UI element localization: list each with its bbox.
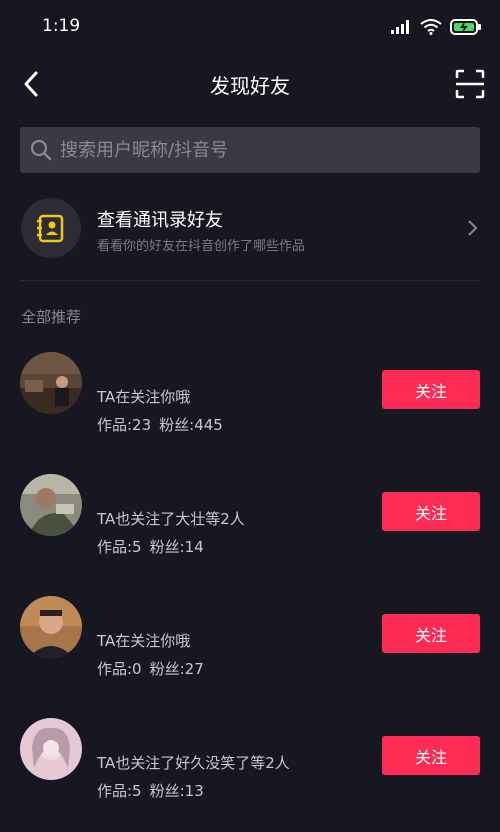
works-count: 作品:5 <box>97 538 142 556</box>
fans-count: 粉丝:27 <box>149 660 204 678</box>
follow-button[interactable]: 关注 <box>382 370 480 409</box>
fans-count: 粉丝:14 <box>149 538 204 556</box>
avatar[interactable] <box>20 474 82 536</box>
list-item[interactable]: TA在关注你哦 作品:0 粉丝:27 关注 <box>0 596 500 696</box>
avatar[interactable] <box>20 352 82 414</box>
relation-text: TA在关注你哦 <box>97 388 191 406</box>
divider <box>20 280 480 281</box>
contacts-title: 查看通讯录好友 <box>97 210 223 231</box>
follow-button[interactable]: 关注 <box>382 492 480 531</box>
header: 发现好友 <box>0 58 500 110</box>
page-title: 发现好友 <box>210 74 290 98</box>
search-input[interactable] <box>60 127 460 173</box>
user-stats: 作品:0 粉丝:27 <box>97 658 212 679</box>
contacts-book-icon <box>37 214 64 243</box>
fans-count: 粉丝:445 <box>159 416 223 434</box>
chevron-right-icon <box>468 220 478 236</box>
contacts-icon-container <box>21 198 81 258</box>
section-label: 全部推荐 <box>21 308 82 326</box>
works-count: 作品:23 <box>97 416 152 434</box>
scan-icon[interactable] <box>454 68 486 100</box>
search-icon <box>30 139 52 161</box>
contacts-subtitle: 看看你的好友在抖音创作了哪些作品 <box>97 239 306 254</box>
works-count: 作品:5 <box>97 782 142 800</box>
avatar[interactable] <box>20 718 82 780</box>
avatar[interactable] <box>20 596 82 658</box>
fans-count: 粉丝:13 <box>149 782 204 800</box>
list-item[interactable]: TA也关注了大壮等2人 作品:5 粉丝:14 关注 <box>0 474 500 574</box>
follow-button[interactable]: 关注 <box>382 614 480 653</box>
relation-text: TA在关注你哦 <box>97 632 191 650</box>
list-item[interactable]: TA也关注了好久没笑了等2人 作品:5 粉丝:13 关注 <box>0 718 500 818</box>
user-stats: 作品:5 粉丝:14 <box>97 536 212 557</box>
works-count: 作品:0 <box>97 660 142 678</box>
search-box[interactable] <box>20 127 480 173</box>
status-bar: 1:19 <box>0 0 500 54</box>
list-item[interactable]: TA在关注你哦 作品:23 粉丝:445 关注 <box>0 352 500 452</box>
battery-charging-icon <box>450 19 481 35</box>
status-time: 1:19 <box>42 16 81 36</box>
user-stats: 作品:5 粉丝:13 <box>97 780 212 801</box>
relation-text: TA也关注了大壮等2人 <box>97 510 245 528</box>
discover-friends-screen: 1:19 发现好友 搜索用户昵称/抖音号 查看通讯录好友 看看你的好友在抖音创作… <box>0 0 500 832</box>
contacts-friends-row[interactable]: 查看通讯录好友 看看你的好友在抖音创作了哪些作品 <box>0 196 500 262</box>
user-stats: 作品:23 粉丝:445 <box>97 414 231 435</box>
relation-text: TA也关注了好久没笑了等2人 <box>97 754 290 772</box>
wifi-icon <box>420 19 442 35</box>
follow-button[interactable]: 关注 <box>382 736 480 775</box>
signal-icon <box>391 20 409 34</box>
status-icons <box>390 16 482 38</box>
